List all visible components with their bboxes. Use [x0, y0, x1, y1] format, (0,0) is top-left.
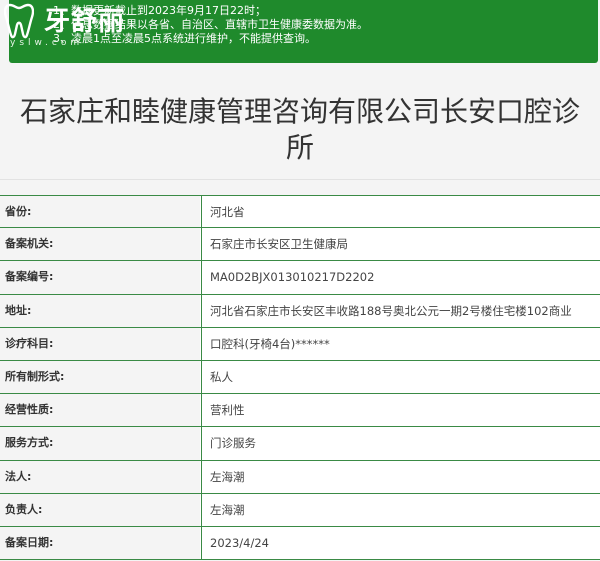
- divider: [0, 179, 600, 180]
- row-value: 左海潮: [201, 493, 600, 526]
- row-label: 法人:: [0, 460, 200, 493]
- row-value: 石家庄市长安区卫生健康局: [201, 228, 600, 261]
- row-label: 负责人:: [0, 493, 200, 526]
- table-row: 负责人: 左海潮: [0, 493, 600, 527]
- row-value: MA0D2BJX013010217D2202: [201, 261, 600, 294]
- row-value: 营利性: [201, 394, 600, 427]
- info-table: 省份: 河北省 备案机关: 石家庄市长安区卫生健康局 备案编号: MA0D2BJ…: [0, 195, 600, 561]
- row-label: 地址:: [0, 294, 200, 327]
- row-label: 备案日期:: [0, 526, 200, 560]
- table-row: 备案编号: MA0D2BJX013010217D2202: [0, 261, 600, 295]
- notice-line: 3、凌晨1点至凌晨5点系统进行维护，不能提供查询。: [53, 32, 316, 45]
- row-label: 省份:: [0, 196, 200, 228]
- watermark-logo: 牙舒丽 yslw.com: [4, 3, 134, 49]
- logo-subtitle: yslw.com: [10, 38, 84, 48]
- tooth-icon: [4, 3, 34, 39]
- row-value: 河北省: [201, 196, 600, 228]
- row-value: 口腔科(牙椅4台)******: [201, 327, 600, 360]
- row-value: 2023/4/24: [201, 526, 600, 560]
- row-label: 诊疗科目:: [0, 327, 200, 360]
- notice-line: 1、数据更新截止到2023年9月17日22时；: [53, 4, 266, 17]
- table-row: 经营性质: 营利性: [0, 394, 600, 428]
- table-row: 备案日期: 2023/4/24: [0, 526, 600, 561]
- row-value: 门诊服务: [201, 427, 600, 460]
- table-row: 法人: 左海潮: [0, 460, 600, 494]
- row-label: 经营性质:: [0, 394, 200, 427]
- notice-line: 2、信息数据结果以各省、自治区、直辖市卫生健康委数据为准。: [53, 18, 368, 31]
- row-label: 所有制形式:: [0, 360, 200, 394]
- row-value: 左海潮: [201, 460, 600, 493]
- table-row: 地址: 河北省石家庄市长安区丰收路188号奥北公元一期2号楼住宅楼102商业: [0, 294, 600, 328]
- table-row: 诊疗科目: 口腔科(牙椅4台)******: [0, 327, 600, 361]
- table-row: 所有制形式: 私人: [0, 360, 600, 395]
- row-label: 备案编号:: [0, 261, 200, 294]
- table-row: 服务方式: 门诊服务: [0, 427, 600, 461]
- table-row: 省份: 河北省: [0, 195, 600, 229]
- row-value: 河北省石家庄市长安区丰收路188号奥北公元一期2号楼住宅楼102商业: [201, 294, 600, 327]
- row-label: 备案机关:: [0, 228, 200, 261]
- logo-brand: 牙舒丽: [44, 7, 126, 37]
- table-row: 备案机关: 石家庄市长安区卫生健康局: [0, 228, 600, 262]
- row-value: 私人: [201, 360, 600, 394]
- row-label: 服务方式:: [0, 427, 200, 460]
- page-title: 石家庄和睦健康管理咨询有限公司长安口腔诊所: [19, 95, 580, 164]
